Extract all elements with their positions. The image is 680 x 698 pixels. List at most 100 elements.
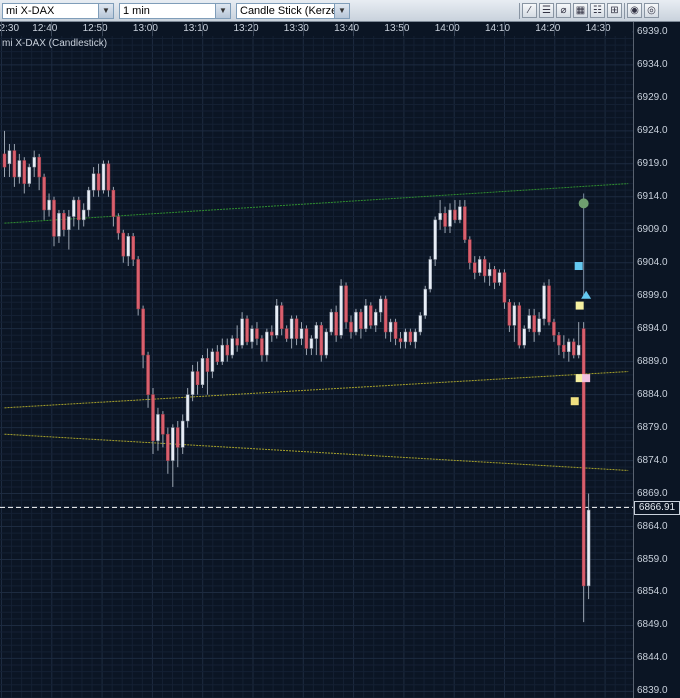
- candle-body: [37, 156, 41, 178]
- candle-body: [32, 156, 36, 168]
- candle-body: [180, 420, 185, 448]
- candle-body: [279, 305, 284, 329]
- chevron-down-icon[interactable]: ▼: [98, 4, 113, 18]
- candle-body: [215, 351, 220, 362]
- chart-title: mi X-DAX (Candlestick): [2, 38, 108, 49]
- candle-body: [250, 328, 254, 343]
- candle-body: [12, 150, 17, 178]
- candle-body: [473, 262, 477, 273]
- line-tool-button[interactable]: ⁄: [522, 3, 537, 18]
- candle-body: [245, 318, 249, 343]
- candle-body: [240, 318, 244, 346]
- candle-body: [547, 285, 551, 323]
- signal-marker-square: [575, 301, 584, 310]
- time-tick-label: 12:40: [32, 23, 58, 34]
- channel-tool-button[interactable]: ☰: [539, 3, 554, 18]
- zoom-out-icon: ◎: [647, 5, 656, 16]
- toolbar-separator: [519, 3, 520, 19]
- time-tick-label: 12:30: [0, 23, 20, 34]
- candle-body: [27, 166, 31, 184]
- time-tick-label: 14:00: [434, 23, 460, 34]
- candle-body: [403, 331, 408, 343]
- table-tool-icon: ⊞: [610, 5, 619, 16]
- time-tick-label: 13:30: [283, 23, 309, 34]
- candle-body: [433, 219, 437, 260]
- candle-body: [517, 305, 522, 346]
- candle-body: [270, 331, 274, 336]
- price-tick-label: 6869.0: [637, 487, 668, 499]
- candle-body: [428, 259, 432, 290]
- candle-body: [294, 318, 299, 339]
- candle-body: [468, 239, 472, 263]
- candle-body: [225, 344, 229, 356]
- price-tick-label: 6874.0: [637, 454, 668, 466]
- price-tick-label: 6934.0: [637, 58, 668, 70]
- candle-body: [171, 427, 175, 461]
- price-tick-label: 6939.0: [637, 25, 668, 37]
- price-tick-label: 6894.0: [637, 322, 668, 334]
- candle-body: [136, 259, 140, 310]
- candle-body: [398, 338, 403, 343]
- angle-tool-button[interactable]: ⌀: [556, 3, 571, 18]
- time-tick-separator: [604, 22, 606, 36]
- candle-body: [106, 163, 111, 191]
- candle-body: [463, 206, 467, 240]
- candlestick-chart[interactable]: [0, 22, 633, 698]
- candle-body: [552, 321, 556, 336]
- time-tick-separator: [554, 22, 556, 36]
- candle-body: [156, 414, 160, 442]
- chart-type-value: Candle Stick (Kerze: [240, 5, 338, 17]
- candle-body: [492, 269, 497, 283]
- candle-body: [131, 236, 135, 260]
- candle-body: [334, 311, 338, 336]
- signal-marker-circle: [578, 198, 589, 209]
- time-axis: 12:30 12:40 12:50 13:00 13:10 13:20 13:30 13:40…: [0, 22, 632, 36]
- candle-body: [42, 176, 46, 211]
- candle-body: [581, 328, 586, 587]
- time-tick-label: 13:10: [183, 23, 209, 34]
- time-tick-separator: [504, 22, 505, 36]
- grid-tool-button[interactable]: ▦: [573, 3, 588, 18]
- candle-body: [502, 272, 507, 303]
- candle-body: [116, 216, 121, 234]
- candle-body: [176, 427, 180, 448]
- candle-body: [210, 351, 215, 372]
- current-price-label: 6866.91: [634, 501, 680, 515]
- fibonacci-tool-button[interactable]: ☷: [590, 3, 605, 18]
- chevron-down-icon[interactable]: ▼: [215, 4, 230, 18]
- candle-body: [200, 358, 205, 385]
- candle-body: [96, 173, 101, 191]
- candle-body: [537, 318, 541, 333]
- candle-body: [185, 394, 190, 422]
- time-tick-label: 13:50: [384, 23, 410, 34]
- candle-body: [458, 206, 462, 221]
- price-tick-label: 6914.0: [637, 190, 668, 202]
- interval-select[interactable]: 1 min ▼: [119, 3, 231, 19]
- candle-body: [369, 305, 373, 326]
- price-tick-label: 6839.0: [637, 685, 668, 697]
- candle-body: [72, 199, 76, 217]
- candle-body: [255, 328, 259, 339]
- candle-body: [453, 209, 457, 221]
- chart-type-select[interactable]: Candle Stick (Kerze ▼: [236, 3, 350, 19]
- candle-body: [572, 341, 576, 356]
- zoom-out-button[interactable]: ◎: [644, 3, 659, 18]
- candle-body: [17, 160, 22, 178]
- candle-body: [190, 371, 195, 395]
- candle-body: [562, 344, 566, 353]
- candle-body: [265, 331, 269, 356]
- price-tick-label: 6864.0: [637, 520, 668, 532]
- chevron-down-icon[interactable]: ▼: [334, 4, 349, 18]
- candle-body: [230, 338, 234, 356]
- candle-body: [146, 354, 150, 395]
- candle-body: [141, 308, 145, 356]
- instrument-select[interactable]: mi X-DAX ▼: [2, 3, 114, 19]
- time-tick-label: 13:40: [334, 23, 360, 34]
- candle-body: [542, 285, 546, 320]
- zoom-in-button[interactable]: ◉: [627, 3, 642, 18]
- candle-body: [482, 259, 487, 277]
- table-tool-button[interactable]: ⊞: [607, 3, 622, 18]
- time-tick-separator: [202, 22, 204, 36]
- candle-body: [487, 269, 492, 277]
- candle-body: [393, 321, 398, 339]
